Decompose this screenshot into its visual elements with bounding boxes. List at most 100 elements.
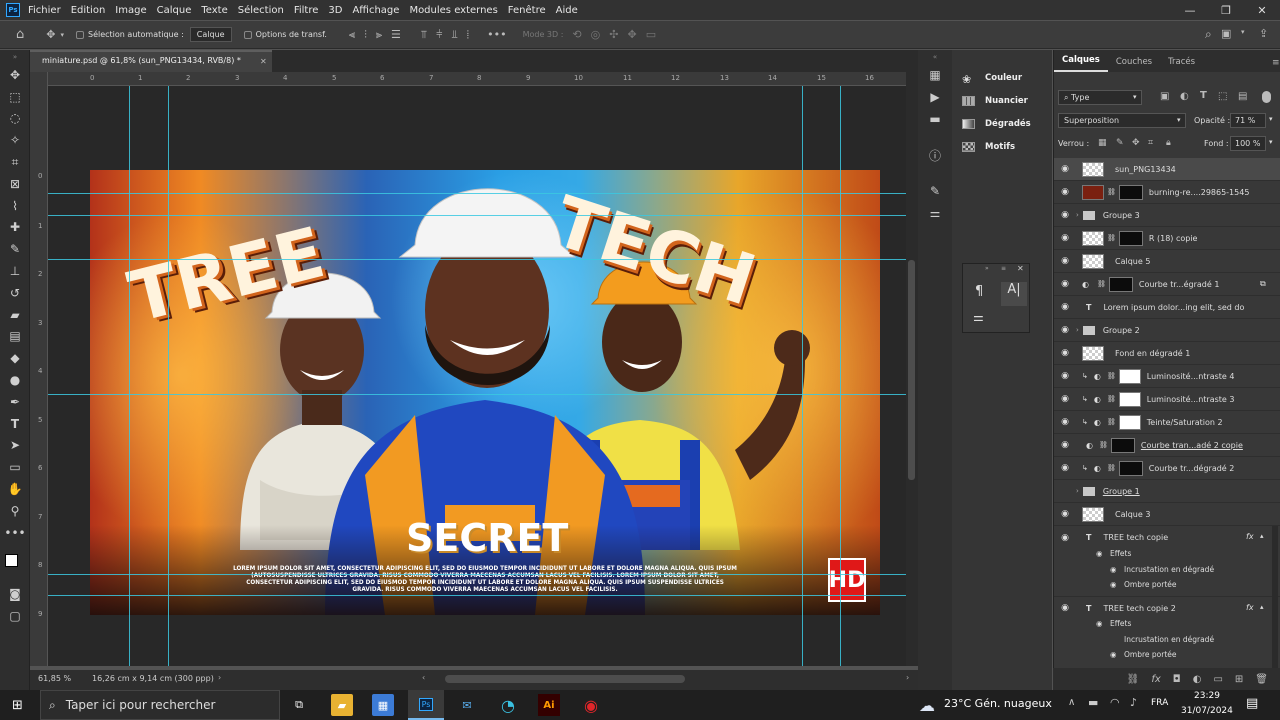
auto-select-checkbox[interactable] [76,30,84,39]
brush-tool-icon[interactable]: ✎ [0,238,30,260]
effect-gradient-overlay[interactable]: Incrustation en dégradé [1124,635,1214,644]
align-top-icon[interactable]: ⫪ [421,28,427,42]
group-expand-icon[interactable]: › [1076,326,1079,334]
visibility-eye-icon[interactable]: ◉ [1054,164,1076,174]
effect-eye-icon[interactable]: ◉ [1110,580,1117,589]
dodge-tool-icon[interactable]: ● [0,369,30,391]
menu-edition[interactable]: Edition [71,5,106,16]
filter-shape-icon[interactable]: ⬚ [1218,91,1227,102]
menu-filtre[interactable]: Filtre [294,5,319,16]
layer-row[interactable]: ◉ Fond en dégradé 1 [1054,342,1280,365]
guide-horizontal[interactable] [48,193,906,194]
panel-motifs[interactable]: Motifs [952,135,1052,158]
new-adjustment-icon[interactable]: ◐ [1193,674,1202,685]
horizontal-scroll-thumb[interactable] [445,675,685,683]
notifications-icon[interactable]: ▤ [1246,696,1258,711]
filter-pixel-icon[interactable]: ▣ [1160,91,1169,102]
history-brush-tool-icon[interactable]: ↺ [0,282,30,304]
align-bottom-icon[interactable]: ⫫ [451,28,457,42]
mail-icon[interactable]: ✉ [456,694,478,716]
frame-tool-icon[interactable]: ⊠ [0,173,30,195]
visibility-eye-icon[interactable]: ◉ [1054,371,1076,381]
group-expand-icon[interactable]: › [1076,487,1079,495]
volume-icon[interactable]: ♪ [1130,696,1137,709]
layer-row[interactable]: ◉ ↳ ◐ ⛓ Luminosité...ntraste 4 [1054,365,1280,388]
guide-horizontal[interactable] [48,394,906,395]
layer-row[interactable]: ◉ › Groupe 3 [1054,204,1280,227]
effect-drop-shadow[interactable]: Ombre portée [1124,580,1177,589]
layer-row[interactable]: ◉ Calque 3 [1054,503,1280,526]
visibility-eye-icon[interactable]: ◉ [1054,302,1076,312]
tools-collapse-icon[interactable]: » [0,50,30,64]
file-explorer-icon[interactable]: ▰ [331,694,353,716]
layer-row[interactable]: ◉ ↳ ◐ ⛓ Teinte/Saturation 2 [1054,411,1280,434]
store-icon[interactable]: ▦ [372,694,394,716]
screen-mode-icon[interactable]: ▢ [0,605,30,627]
brush-settings-icon[interactable]: ✎ [918,180,952,202]
panel-menu-icon[interactable]: ≡ [1001,265,1006,272]
layer-row[interactable]: ◉ T TREE tech copie 2 fx ▴ [1054,596,1280,619]
document-tab[interactable]: miniature.psd @ 61,8% (sun_PNG13434, RVB… [30,50,272,72]
orbit-3d-icon[interactable]: ⟲ [572,28,581,41]
guide-vertical[interactable] [168,86,169,666]
healing-tool-icon[interactable]: ✚ [0,217,30,239]
panel-nuancier[interactable]: Nuancier [952,89,1052,112]
menu-selection[interactable]: Sélection [238,5,284,16]
visibility-eye-icon[interactable]: ◉ [1054,210,1076,220]
collapse-effects-icon[interactable]: ▴ [1260,532,1264,540]
gradient-tool-icon[interactable]: ▤ [0,326,30,348]
artwork-canvas[interactable]: TREE TECH SECRET LOREM IPSUM DOLOR SIT A… [90,170,880,615]
lock-transparent-icon[interactable]: ▦ [1098,138,1107,148]
pen-tool-icon[interactable]: ✒ [0,391,30,413]
clock-date[interactable]: 31/07/2024 [1181,706,1233,716]
restore-icon[interactable]: ❐ [1208,4,1244,17]
menu-fenetre[interactable]: Fenêtre [508,5,546,16]
zoom-level[interactable]: 61,85 % [38,674,71,683]
layer-row[interactable]: ◉ › Groupe 2 [1054,319,1280,342]
weather-text[interactable]: 23°C Gén. nuageux [944,697,1052,710]
layer-row[interactable]: ◉ T TREE tech copie fx ▴ [1054,526,1280,549]
distribute-vertical-icon[interactable]: ⦙ [467,28,469,42]
tab-traces[interactable]: Tracés [1160,57,1203,72]
task-view-icon[interactable]: ⧉ [288,694,310,716]
workspace-icon[interactable]: ▣ [1221,27,1231,40]
layer-filter-dropdown[interactable]: ⌕ Type ▾ [1058,90,1142,105]
status-arrow-icon[interactable]: › [218,673,221,682]
slide-3d-icon[interactable]: ✥ [627,28,636,41]
paragraph-icon[interactable]: ¶ [975,284,983,299]
tab-calques[interactable]: Calques [1054,55,1108,72]
menu-3d[interactable]: 3D [328,5,342,16]
filter-smart-object-icon[interactable]: ▤ [1238,91,1247,102]
move-tool-icon[interactable]: ✥ [46,28,55,41]
collapse-effects-icon[interactable]: ▴ [1260,603,1264,611]
stamp-tool-icon[interactable]: ⊥ [0,260,30,282]
add-style-icon[interactable]: fx [1151,674,1160,685]
add-mask-icon[interactable]: ◘ [1173,674,1181,685]
glyph-settings-icon[interactable]: ⚌ [973,310,984,324]
roll-3d-icon[interactable]: ◎ [591,28,601,41]
crop-tool-icon[interactable]: ⌗ [0,151,30,173]
expand-icon[interactable]: » [985,265,989,272]
effect-eye-icon[interactable]: ◉ [1110,650,1117,659]
auto-select-dropdown[interactable]: Calque [189,27,232,42]
effect-drop-shadow[interactable]: Ombre portée [1124,650,1177,659]
zoom-tool-icon[interactable]: ⚲ [0,500,30,522]
blend-mode-dropdown[interactable]: Superposition ▾ [1058,113,1186,128]
fill-input[interactable]: 100 % [1230,136,1266,151]
layer-row[interactable]: ◉ ↳ ◐ ⛓ Courbe tr...dégradé 2 [1054,457,1280,480]
guide-horizontal[interactable] [48,595,906,596]
layer-row[interactable]: ◉ sun_PNG13434 [1054,158,1280,181]
align-center-icon[interactable]: ⫶ [364,28,367,42]
menu-fichier[interactable]: Fichier [28,5,61,16]
layer-row[interactable]: ◉ ◐ ⛓ Courbe tr...égradé 1 ⧉ [1054,273,1280,296]
visibility-eye-icon[interactable]: ◉ [1054,187,1076,197]
guide-horizontal[interactable] [48,574,906,575]
guide-horizontal[interactable] [48,215,906,216]
tray-expand-icon[interactable]: ∧ [1068,697,1075,708]
lock-position-icon[interactable]: ✥ [1132,138,1140,148]
minimize-icon[interactable]: — [1172,4,1208,17]
photoshop-taskbar-button[interactable]: Ps [408,690,444,720]
visibility-eye-icon[interactable]: ◉ [1054,279,1076,289]
filter-type-icon[interactable]: T [1200,90,1207,101]
properties-icon[interactable]: ⚌ [918,202,952,224]
